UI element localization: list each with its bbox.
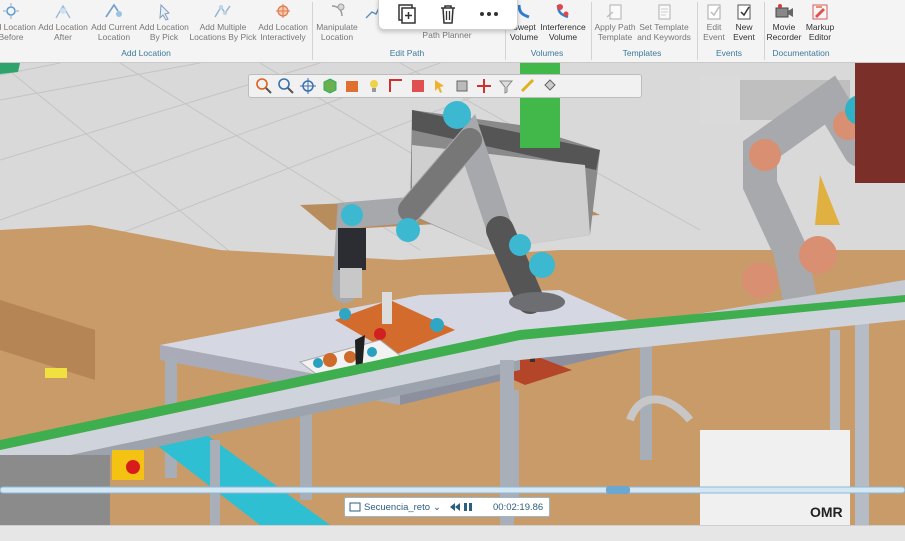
playback-time: 00:02:19.86 <box>493 501 544 513</box>
manipulate-location-button[interactable]: Manipulate Location <box>312 0 362 44</box>
measure-icon[interactable] <box>519 77 537 95</box>
3d-viewport[interactable]: OMR <box>0 63 905 525</box>
markup-editor-button[interactable]: Markup Editor <box>800 0 840 44</box>
apply-path-template-button[interactable]: Apply Path Template <box>592 0 638 44</box>
zoom-fit-icon[interactable] <box>277 77 295 95</box>
new-event-label: New Event <box>733 22 755 42</box>
movie-recorder-button[interactable]: Movie Recorder <box>764 0 804 44</box>
add-location-by-pick-label: Add Location By Pick <box>139 22 189 42</box>
add-location-after-icon <box>55 4 71 19</box>
set-template-keywords-label: Set Template and Keywords <box>637 22 691 42</box>
frame-axis-icon[interactable] <box>387 77 405 95</box>
sequence-selector[interactable]: Secuencia_reto ⌄ <box>345 502 449 513</box>
path-planner-label: Path Planner <box>422 30 472 40</box>
add-location-before-button[interactable]: Add Location Before <box>0 0 36 44</box>
group-label-edit-path: Edit Path <box>389 48 425 58</box>
interference-volume-icon <box>556 4 569 19</box>
paint-bucket-icon[interactable] <box>541 77 559 95</box>
set-template-icon <box>658 4 671 20</box>
timeline-slider[interactable] <box>0 482 905 494</box>
interactive-location-icon <box>276 4 290 18</box>
sequence-icon <box>349 502 361 512</box>
pan-target-icon[interactable] <box>299 77 317 95</box>
sequence-name: Secuencia_reto <box>364 501 431 513</box>
add-multiple-locations-label: Add Multiple Locations By Pick <box>189 22 257 42</box>
robot-brand-text: OMR <box>810 504 843 520</box>
more-options-icon[interactable] <box>477 2 501 26</box>
playback-controls <box>449 502 485 512</box>
add-location-before-icon <box>3 3 19 19</box>
filter-icon[interactable] <box>497 77 515 95</box>
view-tools-toolbar <box>248 74 642 98</box>
edit-event-label: Edit Event <box>703 22 725 42</box>
movie-camera-icon <box>775 4 793 18</box>
group-label-volumes: Volumes <box>530 48 564 58</box>
movie-recorder-label: Movie Recorder <box>766 22 802 42</box>
add-location-before-label: Add Location Before <box>0 22 36 42</box>
section-cube-icon[interactable] <box>409 77 427 95</box>
delete-icon[interactable] <box>436 2 460 26</box>
chevron-down-icon: ⌄ <box>433 501 441 513</box>
move-icon[interactable] <box>475 77 493 95</box>
add-location-after-button[interactable]: Add Location After <box>36 0 90 44</box>
apply-path-template-label: Apply Path Template <box>594 22 636 42</box>
add-location-by-pick-button[interactable]: Add Location By Pick <box>137 0 191 44</box>
render-mode-icon[interactable] <box>343 77 361 95</box>
floating-action-toolbar <box>378 0 518 30</box>
simulation-scene: OMR <box>0 63 905 525</box>
add-multiple-locations-button[interactable]: Add Multiple Locations By Pick <box>188 0 258 44</box>
multiple-locations-icon <box>214 5 231 18</box>
pick-cursor-icon <box>159 3 170 21</box>
group-label-events: Events <box>716 48 742 58</box>
duplicate-icon[interactable] <box>395 2 419 26</box>
lighting-icon[interactable] <box>365 77 383 95</box>
add-location-interactively-button[interactable]: Add Location Interactively <box>254 0 312 44</box>
zoom-in-icon[interactable] <box>255 77 273 95</box>
timeline-track <box>0 486 905 494</box>
markup-editor-label: Markup Editor <box>805 22 835 42</box>
add-current-location-label: Add Current Location <box>91 22 137 42</box>
markup-editor-icon <box>812 4 828 20</box>
group-label-documentation: Documentation <box>772 48 830 58</box>
status-strip <box>0 525 905 541</box>
manipulate-location-icon <box>331 3 345 17</box>
add-location-interactively-label: Add Location Interactively <box>258 22 308 42</box>
edit-event-button[interactable]: Edit Event <box>700 0 728 44</box>
new-event-button[interactable]: New Event <box>728 0 760 44</box>
pick-object-icon[interactable] <box>431 77 449 95</box>
rewind-icon[interactable] <box>449 502 461 512</box>
simulation-player: Secuencia_reto ⌄ 00:02:19.86 <box>344 497 550 517</box>
component-icon[interactable] <box>453 77 471 95</box>
path-planner-button[interactable]: Path Planner <box>410 30 484 44</box>
group-label-templates: Templates <box>622 48 662 58</box>
set-template-keywords-button[interactable]: Set Template and Keywords <box>636 0 692 44</box>
interference-volume-label: Interference Volume <box>540 22 586 42</box>
add-current-location-button[interactable]: Add Current Location <box>89 0 139 44</box>
new-event-icon <box>737 4 751 20</box>
view-cube-icon[interactable] <box>321 77 339 95</box>
group-label-add-location: Add Location <box>121 48 171 58</box>
interference-volume-button[interactable]: Interference Volume <box>538 0 588 44</box>
add-current-location-icon <box>105 3 122 18</box>
manipulate-location-label: Manipulate Location <box>316 22 358 42</box>
apply-template-icon <box>606 4 622 20</box>
add-location-after-label: Add Location After <box>38 22 88 42</box>
edit-event-icon <box>707 4 721 20</box>
pause-icon[interactable] <box>463 502 473 512</box>
ribbon-separator <box>697 2 698 60</box>
timeline-handle[interactable] <box>606 486 630 494</box>
